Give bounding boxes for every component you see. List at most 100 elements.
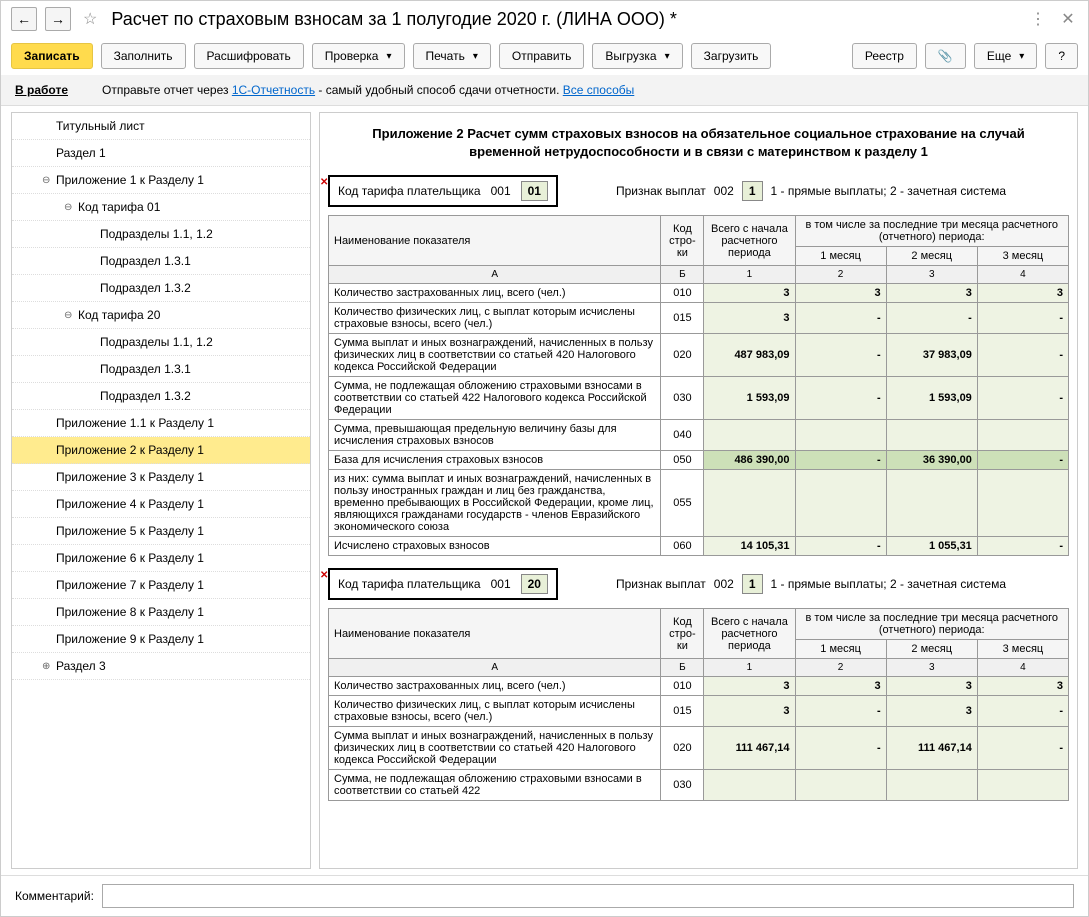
table-cell[interactable] (977, 470, 1068, 537)
table-cell[interactable]: - (795, 377, 886, 420)
table-cell[interactable]: - (795, 696, 886, 727)
table-cell[interactable]: - (977, 696, 1068, 727)
table-cell[interactable]: 3 (704, 284, 795, 303)
forward-button[interactable]: → (45, 7, 71, 31)
table-cell[interactable]: 14 105,31 (704, 537, 795, 556)
table-cell[interactable] (795, 770, 886, 801)
table-cell[interactable]: 3 (704, 303, 795, 334)
delete-icon[interactable]: ✕ (320, 177, 328, 188)
table-cell[interactable]: - (977, 451, 1068, 470)
table-cell[interactable]: 3 (704, 696, 795, 727)
export-button[interactable]: Выгрузка (592, 43, 682, 69)
table-cell[interactable]: 3 (795, 677, 886, 696)
tree-item[interactable]: Приложение 6 к Разделу 1 (12, 545, 310, 572)
load-button[interactable]: Загрузить (691, 43, 772, 69)
registry-button[interactable]: Реестр (852, 43, 917, 69)
tree-item[interactable]: Приложение 3 к Разделу 1 (12, 464, 310, 491)
table-cell[interactable]: 1 055,31 (886, 537, 977, 556)
table-cell[interactable] (886, 420, 977, 451)
check-button[interactable]: Проверка (312, 43, 405, 69)
link-all-ways[interactable]: Все способы (563, 83, 635, 97)
tree-item[interactable]: ⊖Код тарифа 20 (12, 302, 310, 329)
tree-item[interactable]: Приложение 7 к Разделу 1 (12, 572, 310, 599)
tree-item[interactable]: Подразделы 1.1, 1.2 (12, 329, 310, 356)
table-cell[interactable]: 3 (886, 696, 977, 727)
table-cell[interactable]: - (795, 451, 886, 470)
table-cell[interactable] (704, 470, 795, 537)
delete-icon[interactable]: ✕ (320, 570, 328, 581)
status-text: Отправьте отчет через 1С-Отчетность - са… (102, 83, 634, 97)
tree-item[interactable]: Раздел 1 (12, 140, 310, 167)
table-cell[interactable]: 487 983,09 (704, 334, 795, 377)
table-cell[interactable]: - (886, 303, 977, 334)
print-button[interactable]: Печать (413, 43, 491, 69)
table-cell[interactable]: - (795, 727, 886, 770)
table-cell[interactable] (795, 470, 886, 537)
table-cell[interactable]: 37 983,09 (886, 334, 977, 377)
table-cell[interactable]: 486 390,00 (704, 451, 795, 470)
table-cell[interactable]: - (977, 727, 1068, 770)
payment-sign-value[interactable]: 1 (742, 181, 763, 201)
tree-item[interactable]: Приложение 8 к Разделу 1 (12, 599, 310, 626)
table-cell[interactable]: - (795, 334, 886, 377)
tree-item[interactable]: Подраздел 1.3.1 (12, 248, 310, 275)
tree-item[interactable]: Подраздел 1.3.2 (12, 383, 310, 410)
tariff-code-value-2[interactable]: 20 (521, 574, 548, 594)
table-cell[interactable]: 111 467,14 (704, 727, 795, 770)
table-cell[interactable]: 111 467,14 (886, 727, 977, 770)
table-cell[interactable] (704, 420, 795, 451)
send-button[interactable]: Отправить (499, 43, 585, 69)
table-cell[interactable]: - (977, 377, 1068, 420)
tree-item[interactable]: Подраздел 1.3.2 (12, 275, 310, 302)
table-cell[interactable]: - (977, 334, 1068, 377)
more-button[interactable]: Еще (974, 43, 1037, 69)
decode-button[interactable]: Расшифровать (194, 43, 304, 69)
comment-input[interactable] (102, 884, 1074, 908)
table-cell[interactable] (795, 420, 886, 451)
table-cell[interactable]: - (795, 537, 886, 556)
fill-button[interactable]: Заполнить (101, 43, 186, 69)
table-cell[interactable]: 3 (886, 284, 977, 303)
tree-item[interactable]: Подразделы 1.1, 1.2 (12, 221, 310, 248)
table-cell[interactable]: 36 390,00 (886, 451, 977, 470)
table-cell[interactable]: 3 (795, 284, 886, 303)
table-cell[interactable]: 3 (977, 284, 1068, 303)
table-cell[interactable]: 3 (704, 677, 795, 696)
tree-item[interactable]: Подраздел 1.3.1 (12, 356, 310, 383)
tree-item[interactable]: ⊖Код тарифа 01 (12, 194, 310, 221)
tree-item[interactable]: Приложение 9 к Разделу 1 (12, 626, 310, 653)
table-cell[interactable]: 1 593,09 (886, 377, 977, 420)
tree-item[interactable]: Приложение 5 к Разделу 1 (12, 518, 310, 545)
favorite-icon[interactable]: ☆ (83, 9, 97, 29)
table-cell[interactable] (977, 420, 1068, 451)
status-label[interactable]: В работе (15, 83, 68, 97)
table-cell[interactable]: - (977, 303, 1068, 334)
tree-item[interactable]: Приложение 1.1 к Разделу 1 (12, 410, 310, 437)
tariff-code-value[interactable]: 01 (521, 181, 548, 201)
table-cell[interactable] (886, 470, 977, 537)
tree-item[interactable]: Приложение 4 к Разделу 1 (12, 491, 310, 518)
tree-item[interactable]: ⊕Раздел 3 (12, 653, 310, 680)
tree-item[interactable]: Приложение 2 к Разделу 1 (12, 437, 310, 464)
back-button[interactable]: ← (11, 7, 37, 31)
close-icon[interactable]: ✕ (1058, 9, 1078, 29)
table-cell[interactable]: - (977, 537, 1068, 556)
link-1c[interactable]: 1С-Отчетность (232, 83, 315, 97)
tariff-code-box: ✕ Код тарифа плательщика 001 01 (328, 175, 558, 207)
table-cell[interactable] (704, 770, 795, 801)
menu-icon[interactable]: ⋮ (1028, 9, 1048, 29)
table-cell[interactable]: 3 (886, 677, 977, 696)
table-cell[interactable]: - (795, 303, 886, 334)
payment-sign-value-2[interactable]: 1 (742, 574, 763, 594)
table-cell[interactable]: 3 (977, 677, 1068, 696)
table-cell[interactable]: 1 593,09 (704, 377, 795, 420)
table-row: Сумма выплат и иных вознаграждений, начи… (329, 727, 1069, 770)
help-button[interactable]: ? (1045, 43, 1078, 69)
table-cell[interactable] (886, 770, 977, 801)
tree-item[interactable]: ⊖Приложение 1 к Разделу 1 (12, 167, 310, 194)
attach-button[interactable]: 📎 (925, 43, 966, 69)
comment-label: Комментарий: (15, 889, 94, 903)
tree-item[interactable]: Титульный лист (12, 113, 310, 140)
table-cell[interactable] (977, 770, 1068, 801)
save-button[interactable]: Записать (11, 43, 93, 69)
